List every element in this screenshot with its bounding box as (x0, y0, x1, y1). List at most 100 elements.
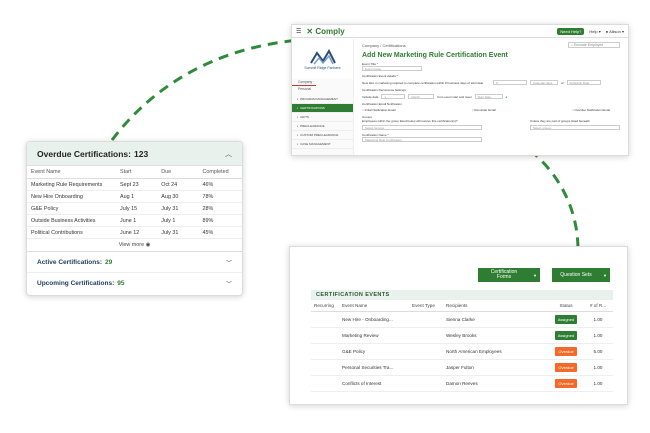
menu-icon[interactable]: ☰ (296, 28, 301, 35)
recipients-cell: Damon Reeves (443, 375, 549, 392)
sidebar-item-1[interactable]: ▪ CERTIFICATIONS (292, 104, 353, 113)
start-date-select[interactable]: Start Date (474, 94, 503, 99)
table-cell: Marketing Rule Requirements (27, 178, 117, 191)
table-row[interactable]: Political Contributions June 12 July 31 45% (27, 226, 242, 239)
event-name-cell[interactable]: G&E Policy (339, 343, 409, 360)
table-row[interactable]: Outside Business Activities June 1 July 18… (27, 214, 242, 227)
upcoming-title: Upcoming Certifications: (37, 280, 115, 287)
table-cell: 89% (198, 214, 242, 227)
groups-text: Employees within the group listed below … (362, 119, 458, 123)
upcoming-section[interactable]: Upcoming Certifications: 95 ﹀ (27, 273, 242, 294)
sidebar-item-2[interactable]: ▪ GIFTS (292, 113, 353, 122)
event-name-cell[interactable]: New Hire - Onboarding... (339, 311, 409, 328)
recurring-cell (311, 343, 339, 360)
info-icon: ● (505, 94, 508, 99)
overdue-header[interactable]: Overdue Certifications: 123 ︿ (27, 142, 242, 166)
mountain-logo-icon (309, 48, 336, 64)
sidebar-item-icon: ▪ (297, 142, 299, 146)
certification-forms-button[interactable]: Certification Forms ▼ (478, 268, 540, 282)
sidebar-item-label: PRECLEARANCE (300, 124, 325, 128)
sidebar-item-5[interactable]: ▪ CASE MANAGEMENT (292, 140, 353, 149)
chevron-down-icon: ▼ (533, 272, 537, 278)
help-menu[interactable]: Help ▾ (589, 29, 600, 34)
certifications-summary-card: Overdue Certifications: 123 ︿ Event Name… (26, 141, 243, 296)
active-section[interactable]: Active Certifications: 29 ﹀ (27, 252, 242, 273)
column-header: Status (549, 301, 583, 312)
overdue-email-radio[interactable]: ○ Overdue Notification Email (572, 108, 610, 112)
recipient-count-cell: 5.00 (583, 343, 613, 360)
calendar-days-select[interactable]: Calendar days (530, 80, 558, 85)
sidebar-item-icon: ▪ (297, 97, 299, 101)
overdue-title: Overdue Certifications: (37, 148, 131, 159)
emulate-employee-search[interactable]: ⌕ Emulate Employee (568, 42, 620, 48)
column-header: # of R... (583, 301, 613, 312)
chevron-down-icon[interactable]: ﹀ (226, 258, 232, 267)
sidebar-item-0[interactable]: ▪ PROGRAM MANAGEMENT (292, 95, 353, 104)
initial-email-radio[interactable]: ○ Initial Notification Email (362, 108, 396, 112)
event-name-cell[interactable]: Marketing Review (339, 327, 409, 344)
events-header: CERTIFICATION EVENTS (311, 290, 613, 300)
table-row[interactable]: Personal Securities Tra... Jasper Fulton O… (311, 359, 613, 376)
exclude-groups-select[interactable]: Select groups (530, 125, 620, 130)
chevron-down-icon[interactable]: ﹀ (226, 279, 232, 288)
schedule-date-select[interactable]: Schedule Date (566, 80, 601, 85)
table-cell: July 31 (157, 202, 199, 215)
reminder-email-radio[interactable]: ○ Reminder Email (472, 108, 496, 112)
event-name-cell[interactable]: Conflicts of Interest (339, 375, 409, 392)
recurrence-number-input[interactable]: 1 (381, 94, 406, 99)
column-header: Event Name (27, 166, 117, 179)
org-logo: Summit Ridge Partners (292, 39, 353, 79)
page-title: Add New Marketing Rule Certification Eve… (362, 52, 508, 59)
eye-icon: ◉ (145, 242, 151, 248)
unless-text: Unless they are part of groups listed be… (530, 119, 590, 123)
main-content: Company / Certifications ⌕ Emulate Emplo… (356, 40, 626, 155)
tab-personal[interactable]: Personal (292, 86, 353, 92)
event-name-cell[interactable]: Personal Securities Tra... (339, 359, 409, 376)
table-cell: G&E Policy (27, 202, 117, 215)
due-days-input[interactable]: 5 (493, 80, 527, 85)
upcoming-count: 95 (117, 280, 125, 287)
sidebar: Summit Ridge Partners Company Personal ▪… (292, 39, 354, 155)
question-sets-button[interactable]: Question Sets ▼ (552, 268, 610, 282)
sidebar-item-icon: ▪ (297, 115, 299, 119)
sidebar-item-label: CUSTOM PRECLEARANCE (300, 133, 339, 137)
table-row[interactable]: G&E Policy July 15 July 31 28% (27, 202, 242, 215)
table-row[interactable]: Marketing Rule Requirements Sept 23 Oct 24… (27, 178, 242, 191)
table-cell: 45% (198, 226, 242, 239)
user-menu[interactable]: ● Allison ▾ (606, 29, 624, 34)
column-header: Recipients (443, 301, 549, 312)
event-type-cell (409, 327, 443, 344)
table-row[interactable]: New Hire - Onboarding... Sienna Clarke Ass… (311, 311, 613, 328)
table-row[interactable]: New Hire Onboarding Aug 1 Aug 30 78% (27, 190, 242, 203)
cert-name-input[interactable]: Marketing Rule Certification (362, 137, 482, 142)
recurring-cell (311, 311, 339, 328)
app-logo: ✕ Comply (306, 26, 345, 36)
event-title-input[interactable]: Event name (362, 66, 422, 71)
sidebar-item-label: GIFTS (300, 115, 309, 119)
table-cell: Oct 24 (157, 178, 199, 191)
of-label: of (561, 80, 564, 85)
breadcrumb: Company / Certifications (362, 42, 406, 48)
table-cell: July 1 (157, 214, 199, 227)
recurring-cell (311, 375, 339, 392)
groups-select[interactable]: Select Groups (362, 125, 482, 130)
certification-events-card: Certification Forms ▼ Question Sets ▼ CERT… (289, 246, 628, 405)
need-help-button[interactable]: Need Help? (557, 27, 585, 35)
sidebar-item-3[interactable]: ▪ PRECLEARANCE (292, 122, 353, 131)
chevron-up-icon[interactable]: ︿ (225, 149, 232, 159)
table-cell: July 31 (157, 226, 199, 239)
sidebar-item-4[interactable]: ▪ CUSTOM PRECLEARANCE (292, 131, 353, 140)
recurrence-unit-select[interactable]: Month (408, 94, 435, 99)
view-more-link[interactable]: View more ◉ (27, 239, 242, 252)
recurrence-label: Certification Recurrence Settings (362, 88, 406, 92)
table-cell: Political Contributions (27, 226, 117, 239)
column-header: Completed (198, 166, 242, 179)
table-cell: Outside Business Activities (27, 214, 117, 227)
recipient-count-cell: 1.00 (583, 375, 613, 392)
table-row[interactable]: G&E Policy North American Employees Overdu… (311, 343, 613, 360)
table-row[interactable]: Conflicts of Interest Damon Reeves Overdue… (311, 375, 613, 392)
column-header: Event Type (409, 301, 443, 312)
table-row[interactable]: Marketing Review Wesley Brooks Assigned 1.0… (311, 327, 613, 344)
recurring-cell (311, 327, 339, 344)
tab-company[interactable]: Company (292, 79, 316, 86)
